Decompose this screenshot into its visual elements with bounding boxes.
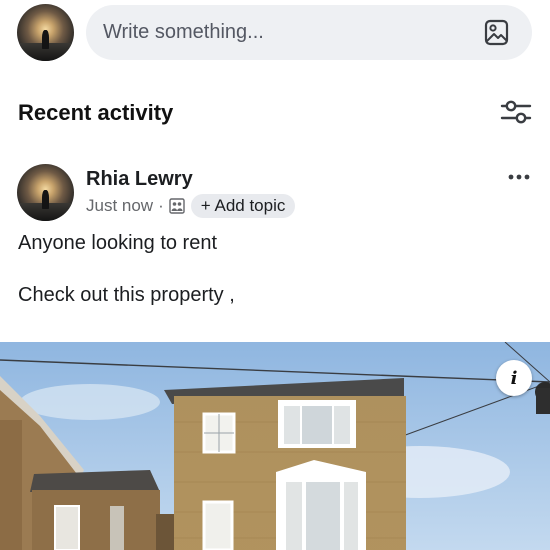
- author-avatar[interactable]: [17, 164, 74, 221]
- post-time[interactable]: Just now: [86, 196, 153, 216]
- section-title: Recent activity: [18, 100, 174, 125]
- filter-sliders-icon[interactable]: [500, 98, 532, 126]
- meta-separator: ·: [158, 196, 164, 215]
- info-icon[interactable]: i: [496, 360, 532, 396]
- post-author[interactable]: Rhia Lewry: [86, 168, 193, 191]
- post-text-line-2: Check out this property ,: [18, 284, 235, 306]
- more-options-icon[interactable]: [507, 170, 531, 184]
- group-icon: [169, 198, 185, 214]
- user-avatar[interactable]: [17, 4, 74, 61]
- post-meta: Just now · + Add topic: [86, 194, 296, 218]
- composer-placeholder: Write something...: [103, 21, 264, 43]
- property-photo[interactable]: [0, 342, 550, 550]
- post-composer: Write something...: [0, 0, 550, 66]
- photo-icon[interactable]: [484, 19, 509, 46]
- add-topic-button[interactable]: + Add topic: [190, 194, 296, 218]
- write-something-input[interactable]: Write something...: [86, 5, 532, 60]
- post-text-line-1: Anyone looking to rent: [18, 232, 218, 254]
